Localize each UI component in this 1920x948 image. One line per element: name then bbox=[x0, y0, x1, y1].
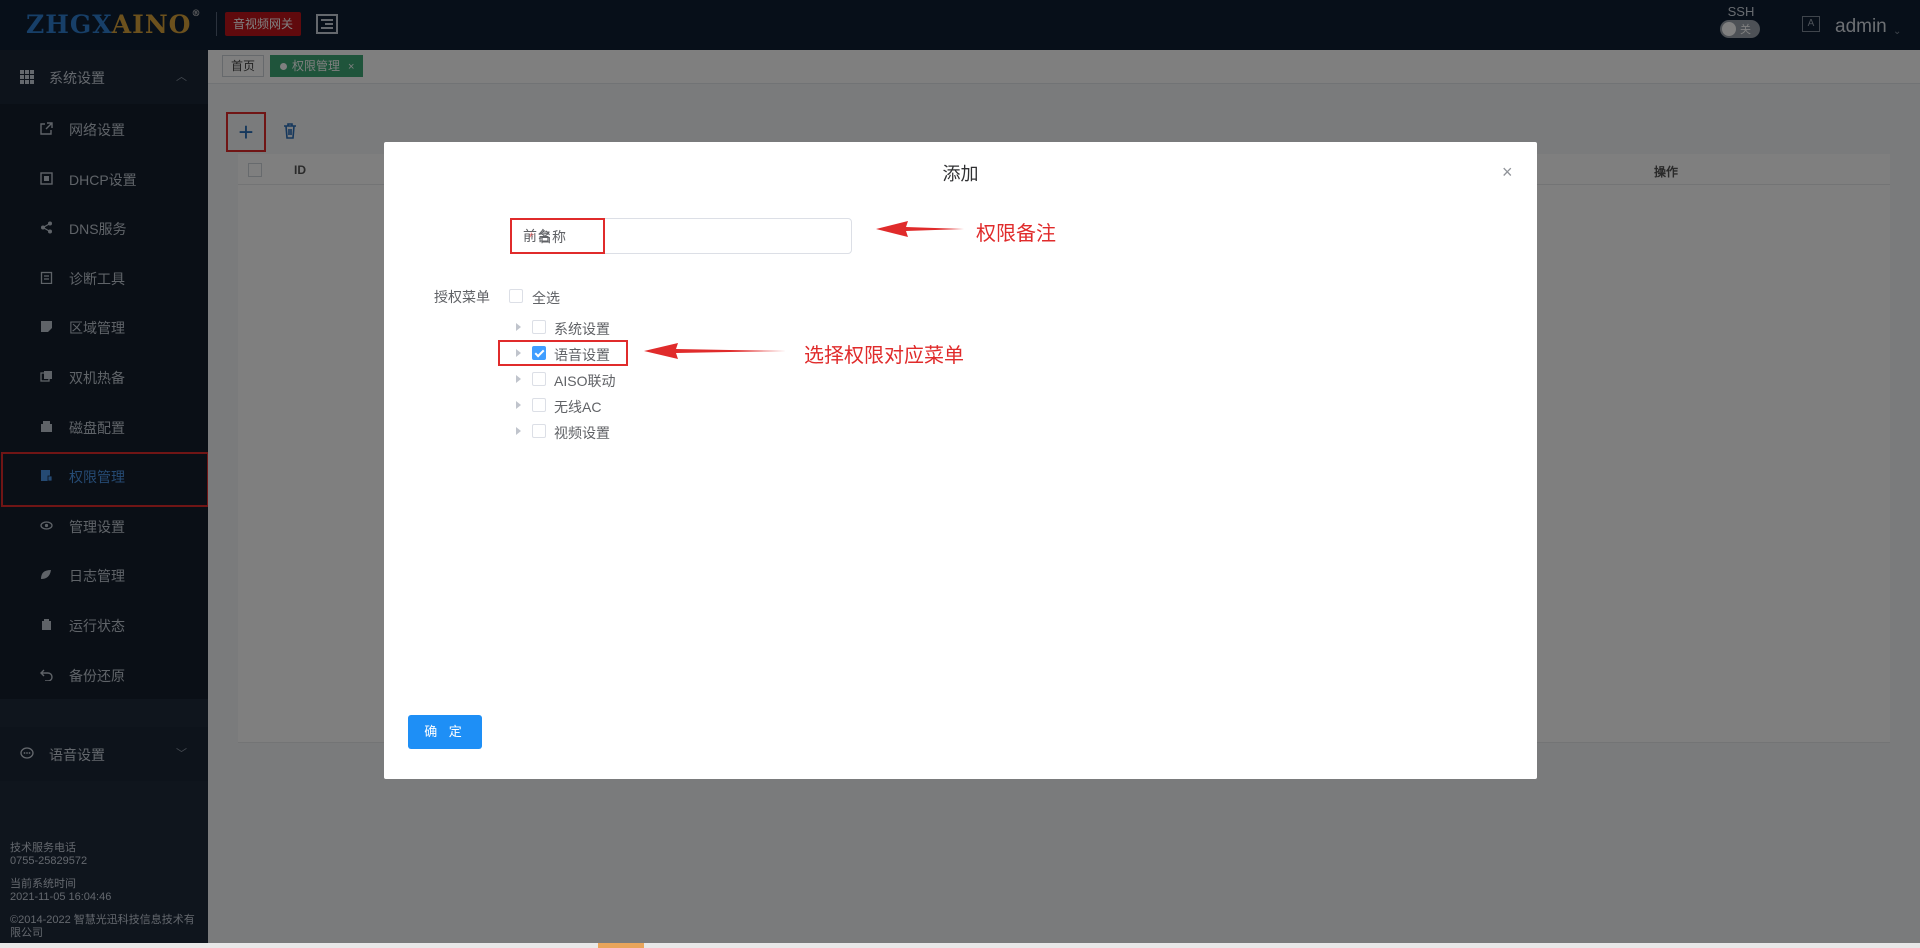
tree-node-system[interactable]: 系统设置 bbox=[510, 314, 810, 340]
caret-right-icon[interactable] bbox=[516, 375, 521, 383]
tree-node-label[interactable]: 系统设置 bbox=[554, 319, 610, 339]
menu-tree: 系统设置 语音设置 AISO联动 无线AC 视频设置 bbox=[510, 314, 810, 444]
confirm-button[interactable]: 确 定 bbox=[408, 715, 482, 749]
bottom-strip-marker bbox=[598, 943, 644, 948]
dialog-title: 添加 bbox=[942, 164, 979, 184]
highlight-name-input bbox=[510, 218, 605, 254]
tree-node-label[interactable]: 视频设置 bbox=[554, 423, 610, 443]
add-permission-dialog: 添加 × * 名称 前台 授权菜单 全选 系统设置 语音设置 AISO联动 无线A… bbox=[384, 142, 1537, 779]
annotation-menu-note: 选择权限对应菜单 bbox=[804, 345, 964, 367]
annotation-name-note: 权限备注 bbox=[976, 223, 1056, 245]
select-all-checkbox[interactable] bbox=[509, 289, 523, 303]
menu-field-label: 授权菜单 bbox=[434, 289, 490, 305]
tree-checkbox[interactable] bbox=[532, 424, 546, 438]
bottom-strip bbox=[0, 943, 1920, 948]
tree-checkbox[interactable] bbox=[532, 320, 546, 334]
caret-right-icon[interactable] bbox=[516, 401, 521, 409]
tree-checkbox[interactable] bbox=[532, 398, 546, 412]
tree-checkbox[interactable] bbox=[532, 372, 546, 386]
highlight-tree-voice bbox=[498, 340, 628, 366]
caret-right-icon[interactable] bbox=[516, 427, 521, 435]
tree-node-video[interactable]: 视频设置 bbox=[510, 418, 810, 444]
tree-node-label[interactable]: AISO联动 bbox=[554, 371, 615, 391]
tree-node-aiso[interactable]: AISO联动 bbox=[510, 366, 810, 392]
caret-right-icon[interactable] bbox=[516, 323, 521, 331]
tree-node-wireless-ac[interactable]: 无线AC bbox=[510, 392, 810, 418]
tree-node-label[interactable]: 无线AC bbox=[554, 397, 601, 417]
select-all-label[interactable]: 全选 bbox=[532, 288, 560, 308]
close-icon[interactable]: × bbox=[1502, 162, 1513, 183]
